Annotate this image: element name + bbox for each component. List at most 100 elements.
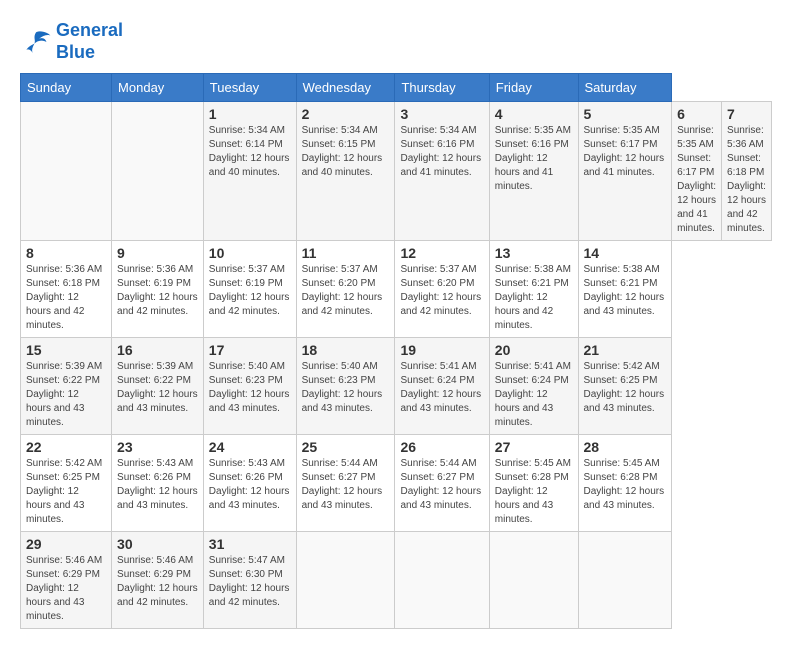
- day-number: 5: [584, 106, 667, 122]
- logo-bird-icon: [20, 26, 52, 58]
- logo-text: General Blue: [56, 20, 123, 63]
- day-number: 3: [400, 106, 483, 122]
- day-number: 28: [584, 439, 667, 455]
- day-info: Sunrise: 5:43 AMSunset: 6:26 PMDaylight:…: [209, 457, 291, 513]
- calendar-cell: 15 Sunrise: 5:39 AMSunset: 6:22 PMDaylig…: [21, 338, 112, 435]
- day-info: Sunrise: 5:41 AMSunset: 6:24 PMDaylight:…: [495, 360, 573, 430]
- calendar-cell: 18 Sunrise: 5:40 AMSunset: 6:23 PMDaylig…: [296, 338, 395, 435]
- calendar-cell: [296, 532, 395, 629]
- day-number: 24: [209, 439, 291, 455]
- weekday-header-saturday: Saturday: [578, 74, 672, 102]
- calendar-cell: 27 Sunrise: 5:45 AMSunset: 6:28 PMDaylig…: [489, 435, 578, 532]
- day-info: Sunrise: 5:37 AMSunset: 6:19 PMDaylight:…: [209, 263, 291, 319]
- day-info: Sunrise: 5:34 AMSunset: 6:14 PMDaylight:…: [209, 124, 291, 180]
- day-info: Sunrise: 5:36 AMSunset: 6:18 PMDaylight:…: [26, 263, 106, 333]
- calendar-cell: 4 Sunrise: 5:35 AMSunset: 6:16 PMDayligh…: [489, 102, 578, 241]
- calendar-cell: 9 Sunrise: 5:36 AMSunset: 6:19 PMDayligh…: [112, 241, 204, 338]
- day-info: Sunrise: 5:38 AMSunset: 6:21 PMDaylight:…: [584, 263, 667, 319]
- day-number: 1: [209, 106, 291, 122]
- weekday-header-wednesday: Wednesday: [296, 74, 395, 102]
- calendar-cell: 31 Sunrise: 5:47 AMSunset: 6:30 PMDaylig…: [203, 532, 296, 629]
- calendar-cell: 26 Sunrise: 5:44 AMSunset: 6:27 PMDaylig…: [395, 435, 489, 532]
- calendar-cell: 17 Sunrise: 5:40 AMSunset: 6:23 PMDaylig…: [203, 338, 296, 435]
- weekday-header-friday: Friday: [489, 74, 578, 102]
- calendar-table: SundayMondayTuesdayWednesdayThursdayFrid…: [20, 73, 772, 629]
- calendar-week-row: 15 Sunrise: 5:39 AMSunset: 6:22 PMDaylig…: [21, 338, 772, 435]
- day-number: 13: [495, 245, 573, 261]
- day-number: 7: [727, 106, 766, 122]
- day-info: Sunrise: 5:39 AMSunset: 6:22 PMDaylight:…: [117, 360, 198, 416]
- day-number: 30: [117, 536, 198, 552]
- day-number: 14: [584, 245, 667, 261]
- day-number: 26: [400, 439, 483, 455]
- calendar-week-row: 29 Sunrise: 5:46 AMSunset: 6:29 PMDaylig…: [21, 532, 772, 629]
- calendar-cell: 13 Sunrise: 5:38 AMSunset: 6:21 PMDaylig…: [489, 241, 578, 338]
- day-info: Sunrise: 5:46 AMSunset: 6:29 PMDaylight:…: [26, 554, 106, 624]
- weekday-header-row: SundayMondayTuesdayWednesdayThursdayFrid…: [21, 74, 772, 102]
- calendar-cell: 1 Sunrise: 5:34 AMSunset: 6:14 PMDayligh…: [203, 102, 296, 241]
- day-info: Sunrise: 5:40 AMSunset: 6:23 PMDaylight:…: [302, 360, 390, 416]
- day-number: 11: [302, 245, 390, 261]
- day-number: 16: [117, 342, 198, 358]
- calendar-cell: 19 Sunrise: 5:41 AMSunset: 6:24 PMDaylig…: [395, 338, 489, 435]
- calendar-cell: 21 Sunrise: 5:42 AMSunset: 6:25 PMDaylig…: [578, 338, 672, 435]
- weekday-header-sunday: Sunday: [21, 74, 112, 102]
- day-info: Sunrise: 5:45 AMSunset: 6:28 PMDaylight:…: [495, 457, 573, 527]
- calendar-cell: 16 Sunrise: 5:39 AMSunset: 6:22 PMDaylig…: [112, 338, 204, 435]
- day-info: Sunrise: 5:35 AMSunset: 6:17 PMDaylight:…: [677, 124, 716, 236]
- day-number: 31: [209, 536, 291, 552]
- day-info: Sunrise: 5:41 AMSunset: 6:24 PMDaylight:…: [400, 360, 483, 416]
- calendar-cell: 24 Sunrise: 5:43 AMSunset: 6:26 PMDaylig…: [203, 435, 296, 532]
- day-info: Sunrise: 5:35 AMSunset: 6:16 PMDaylight:…: [495, 124, 573, 194]
- calendar-cell: [395, 532, 489, 629]
- day-number: 18: [302, 342, 390, 358]
- calendar-cell: 22 Sunrise: 5:42 AMSunset: 6:25 PMDaylig…: [21, 435, 112, 532]
- day-info: Sunrise: 5:44 AMSunset: 6:27 PMDaylight:…: [400, 457, 483, 513]
- day-info: Sunrise: 5:37 AMSunset: 6:20 PMDaylight:…: [400, 263, 483, 319]
- day-number: 23: [117, 439, 198, 455]
- calendar-cell: 11 Sunrise: 5:37 AMSunset: 6:20 PMDaylig…: [296, 241, 395, 338]
- calendar-cell: 29 Sunrise: 5:46 AMSunset: 6:29 PMDaylig…: [21, 532, 112, 629]
- calendar-week-row: 8 Sunrise: 5:36 AMSunset: 6:18 PMDayligh…: [21, 241, 772, 338]
- calendar-cell: 5 Sunrise: 5:35 AMSunset: 6:17 PMDayligh…: [578, 102, 672, 241]
- day-info: Sunrise: 5:37 AMSunset: 6:20 PMDaylight:…: [302, 263, 390, 319]
- day-number: 19: [400, 342, 483, 358]
- day-number: 29: [26, 536, 106, 552]
- calendar-cell: [578, 532, 672, 629]
- day-number: 12: [400, 245, 483, 261]
- calendar-cell: 23 Sunrise: 5:43 AMSunset: 6:26 PMDaylig…: [112, 435, 204, 532]
- page-header: General Blue: [20, 20, 772, 63]
- calendar-cell: [21, 102, 112, 241]
- calendar-cell: [489, 532, 578, 629]
- weekday-header-tuesday: Tuesday: [203, 74, 296, 102]
- calendar-cell: 10 Sunrise: 5:37 AMSunset: 6:19 PMDaylig…: [203, 241, 296, 338]
- calendar-cell: 6 Sunrise: 5:35 AMSunset: 6:17 PMDayligh…: [672, 102, 722, 241]
- calendar-cell: 7 Sunrise: 5:36 AMSunset: 6:18 PMDayligh…: [722, 102, 772, 241]
- day-info: Sunrise: 5:34 AMSunset: 6:15 PMDaylight:…: [302, 124, 390, 180]
- calendar-cell: 14 Sunrise: 5:38 AMSunset: 6:21 PMDaylig…: [578, 241, 672, 338]
- day-info: Sunrise: 5:35 AMSunset: 6:17 PMDaylight:…: [584, 124, 667, 180]
- calendar-cell: 2 Sunrise: 5:34 AMSunset: 6:15 PMDayligh…: [296, 102, 395, 241]
- calendar-week-row: 1 Sunrise: 5:34 AMSunset: 6:14 PMDayligh…: [21, 102, 772, 241]
- day-info: Sunrise: 5:34 AMSunset: 6:16 PMDaylight:…: [400, 124, 483, 180]
- day-number: 21: [584, 342, 667, 358]
- day-number: 27: [495, 439, 573, 455]
- day-number: 2: [302, 106, 390, 122]
- day-info: Sunrise: 5:38 AMSunset: 6:21 PMDaylight:…: [495, 263, 573, 333]
- day-number: 25: [302, 439, 390, 455]
- day-number: 15: [26, 342, 106, 358]
- day-info: Sunrise: 5:42 AMSunset: 6:25 PMDaylight:…: [584, 360, 667, 416]
- calendar-cell: 12 Sunrise: 5:37 AMSunset: 6:20 PMDaylig…: [395, 241, 489, 338]
- calendar-cell: 28 Sunrise: 5:45 AMSunset: 6:28 PMDaylig…: [578, 435, 672, 532]
- day-info: Sunrise: 5:40 AMSunset: 6:23 PMDaylight:…: [209, 360, 291, 416]
- day-info: Sunrise: 5:43 AMSunset: 6:26 PMDaylight:…: [117, 457, 198, 513]
- weekday-header-thursday: Thursday: [395, 74, 489, 102]
- day-number: 20: [495, 342, 573, 358]
- day-info: Sunrise: 5:45 AMSunset: 6:28 PMDaylight:…: [584, 457, 667, 513]
- day-number: 8: [26, 245, 106, 261]
- day-info: Sunrise: 5:47 AMSunset: 6:30 PMDaylight:…: [209, 554, 291, 610]
- calendar-cell: 20 Sunrise: 5:41 AMSunset: 6:24 PMDaylig…: [489, 338, 578, 435]
- weekday-header-monday: Monday: [112, 74, 204, 102]
- logo: General Blue: [20, 20, 123, 63]
- calendar-cell: 8 Sunrise: 5:36 AMSunset: 6:18 PMDayligh…: [21, 241, 112, 338]
